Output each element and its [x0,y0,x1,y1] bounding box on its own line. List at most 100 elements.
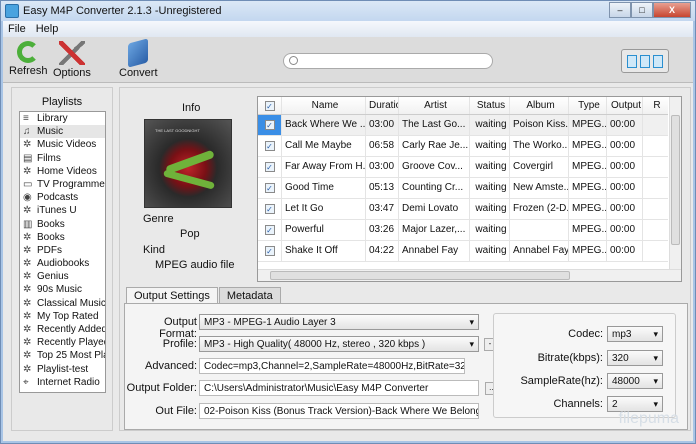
playlist-item-label: Home Videos [37,165,97,177]
menu-help[interactable]: Help [31,21,64,37]
output-format-select[interactable]: MP3 - MPEG-1 Audio Layer 3 [199,314,479,330]
playlist-item[interactable]: ⌖ Internet Radio [20,376,105,389]
advanced-field[interactable]: Codec=mp3,Channel=2,SampleRate=48000Hz,B… [199,358,465,374]
output-folder-field[interactable]: C:\Users\Administrator\Music\Easy M4P Co… [199,380,479,396]
menu-file[interactable]: File [3,21,31,37]
table-row[interactable]: ✓ Let It Go 03:47 Demi Lovato waiting Frozen … [258,199,668,220]
playlist-item-label: Library [37,113,68,124]
row-checkbox[interactable]: ✓ [258,115,282,135]
tab-output-settings[interactable]: Output Settings [126,287,218,304]
main-panel: Info THE LAST GOODNIGHT Genre Pop Kind M… [119,87,691,431]
album-art: THE LAST GOODNIGHT [144,119,232,208]
column-header[interactable]: Type [569,97,607,114]
table-cell: MPEG... [569,178,607,198]
column-header[interactable]: Name [282,97,366,114]
playlist-item[interactable]: ▥ Books [20,218,105,231]
minimize-button[interactable]: – [609,2,631,18]
playlist-item[interactable]: ✲ Genius [20,270,105,283]
codec-select[interactable]: mp3 [607,326,663,342]
playlists-panel: Playlists ≡ Library ♫ Music ✲ Music Videos ▤ Fi… [11,87,113,431]
playlist-item[interactable]: ✲ Books [20,231,105,244]
table-cell: 00:00 [607,157,643,177]
playlist-item[interactable]: ▭ TV Programmes [20,178,105,191]
playlist-item[interactable]: ♫ Music [20,125,105,139]
column-header[interactable]: Status [470,97,510,114]
playlist-item[interactable]: ✲ Music Videos [20,138,105,151]
row-checkbox[interactable]: ✓ [258,241,282,261]
playlist-item[interactable]: ✲ Top 25 Most Pla [20,349,105,362]
table-cell: 03:00 [366,115,399,135]
table-cell: MPEG... [569,115,607,135]
playlist-item[interactable]: ✲ Playlist-test [20,363,105,376]
playlist-item[interactable]: ✲ Recently Added [20,323,105,336]
bitrate-select[interactable]: 320 [607,350,663,366]
out-file-field[interactable]: 02-Poison Kiss (Bonus Track Version)-Bac… [199,403,479,419]
view-left-icon[interactable] [627,55,637,68]
row-checkbox[interactable]: ✓ [258,157,282,177]
table-cell: Frozen (2-D... [510,199,569,219]
playlist-item[interactable]: ✲ My Top Rated [20,310,105,323]
samplerate-select[interactable]: 48000 [607,373,663,389]
table-row[interactable]: ✓ Shake It Off 04:22 Annabel Fay waiting Anna… [258,241,668,262]
column-header[interactable]: Duration [366,97,399,114]
column-header[interactable]: Output [607,97,643,114]
gear-icon: ✲ [23,297,32,309]
table-cell: MPEG... [569,241,607,261]
options-button[interactable]: Options [53,41,91,79]
playlist-item-label: Books [37,218,65,230]
row-checkbox[interactable]: ✓ [258,136,282,156]
view-center-icon[interactable] [640,55,650,68]
vertical-scrollbar[interactable] [669,97,681,269]
column-header[interactable]: Album [510,97,569,114]
playlist-item[interactable]: ✲ Home Videos [20,165,105,178]
playlist-item[interactable]: ✲ 90s Music [20,283,105,296]
table-row[interactable]: ✓ Call Me Maybe 06:58 Carly Rae Je... waitin… [258,136,668,157]
table-row[interactable]: ✓ Back Where We ... 03:00 The Last Go... wai… [258,115,668,136]
table-row[interactable]: ✓ Powerful 03:26 Major Lazer,... waiting MPEG… [258,220,668,241]
gear-icon: ✲ [23,258,32,270]
channels-label: Channels: [553,398,603,410]
playlist-item[interactable]: ▤ Films [20,152,105,165]
tab-metadata[interactable]: Metadata [218,287,281,303]
gear-icon: ✲ [23,337,32,349]
table-cell: waiting [470,241,510,261]
bitrate-label: Bitrate(kbps): [537,352,603,364]
table-row[interactable]: ✓ Far Away From H... 03:00 Groove Cov... wai… [258,157,668,178]
playlist-item[interactable]: ✲ PDFs [20,244,105,257]
table-cell: 00:00 [607,136,643,156]
convert-button[interactable]: Convert [119,38,158,79]
table-row[interactable]: ✓ Good Time 05:13 Counting Cr... waiting New … [258,178,668,199]
playlist-item[interactable]: ◉ Podcasts [20,191,105,204]
playlist-item[interactable]: ✲ Recently Played [20,336,105,349]
row-checkbox[interactable]: ✓ [258,220,282,240]
maximize-button[interactable]: □ [631,2,653,18]
horizontal-scrollbar[interactable] [258,269,681,281]
playlist-item-label: Music [37,126,64,138]
column-header[interactable]: R [643,97,668,114]
table-cell: MPEG... [569,157,607,177]
table-cell [510,220,569,240]
refresh-button[interactable]: Refresh [9,41,48,77]
playlist-item[interactable]: ✲ iTunes U [20,204,105,217]
gear-icon: ✲ [23,363,32,375]
view-bottom-icon[interactable] [653,55,663,68]
gear-icon: ✲ [23,139,32,151]
profile-select[interactable]: MP3 - High Quality( 48000 Hz, stereo , 3… [199,336,479,352]
playlist-item[interactable]: ≡ Library [20,112,105,125]
row-checkbox[interactable]: ✓ [258,199,282,219]
gear-icon: ✲ [23,205,32,217]
playlist-item[interactable]: ✲ Classical Music [20,297,105,310]
table-cell: 00:00 [607,241,643,261]
table-cell [643,178,668,198]
playlist-item-label: Classical Music [37,297,106,309]
book-icon: ▥ [23,218,33,230]
column-header[interactable]: Artist [399,97,470,114]
table-cell [643,157,668,177]
row-checkbox[interactable]: ✓ [258,178,282,198]
select-all-checkbox[interactable]: ✓ [258,97,282,114]
table-cell [643,199,668,219]
refresh-label: Refresh [9,65,48,77]
close-button[interactable]: X [653,2,691,18]
playlist-item[interactable]: ✲ Audiobooks [20,257,105,270]
search-input[interactable] [283,53,493,69]
